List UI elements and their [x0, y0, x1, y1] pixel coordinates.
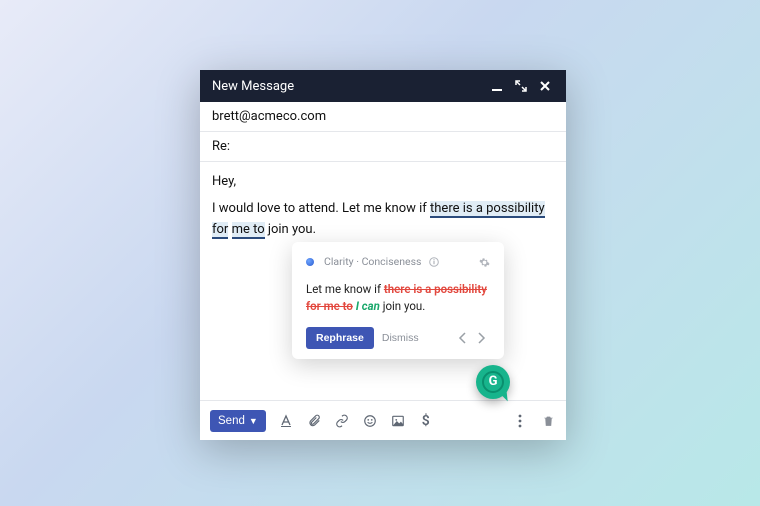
- image-icon[interactable]: [390, 413, 406, 429]
- popup-body: Let me know if there is a possibility fo…: [306, 281, 490, 316]
- font-icon[interactable]: [278, 413, 294, 429]
- to-field[interactable]: brett@acmeco.com: [200, 102, 566, 132]
- attachment-icon[interactable]: [306, 413, 322, 429]
- compose-footer: Send ▼ $: [200, 400, 566, 440]
- link-icon[interactable]: [334, 413, 350, 429]
- message-body[interactable]: Hey, I would love to attend. Let me know…: [200, 162, 566, 400]
- next-icon[interactable]: [472, 332, 490, 344]
- body-greeting: Hey,: [212, 172, 554, 193]
- popup-header: Clarity · Conciseness: [306, 254, 490, 271]
- flagged-span-2[interactable]: me to: [232, 222, 265, 239]
- popup-category: Clarity · Conciseness: [324, 254, 421, 271]
- category-dot-icon: [306, 258, 314, 266]
- trash-icon[interactable]: [540, 413, 556, 429]
- send-button[interactable]: Send ▼: [210, 410, 266, 432]
- subject-field[interactable]: Re:: [200, 132, 566, 162]
- body-text: I would love to attend. Let me know if t…: [212, 199, 554, 241]
- compose-window: New Message brett@acmeco.com Re: Hey, I …: [200, 70, 566, 440]
- dollar-icon[interactable]: $: [418, 413, 434, 429]
- prev-icon[interactable]: [454, 332, 472, 344]
- popup-actions: Rephrase Dismiss: [306, 327, 490, 349]
- emoji-icon[interactable]: [362, 413, 378, 429]
- suggestion-popup: Clarity · Conciseness Let me know if the…: [292, 242, 504, 359]
- close-icon[interactable]: [536, 77, 554, 95]
- rephrase-button[interactable]: Rephrase: [306, 327, 374, 349]
- strike-text-2: for me to: [306, 299, 353, 313]
- more-icon[interactable]: [512, 413, 528, 429]
- gear-icon[interactable]: [479, 257, 490, 268]
- caret-down-icon: ▼: [249, 416, 258, 426]
- grammarly-logo-icon: G: [482, 371, 504, 393]
- strike-text-1: there is a possibility: [384, 282, 487, 296]
- minimize-icon[interactable]: [488, 77, 506, 95]
- grammarly-badge[interactable]: G: [476, 365, 510, 399]
- title-bar: New Message: [200, 70, 566, 102]
- insertion-text: I can: [356, 299, 380, 313]
- window-title: New Message: [212, 79, 482, 94]
- info-icon[interactable]: [429, 257, 439, 267]
- expand-icon[interactable]: [512, 77, 530, 95]
- dismiss-button[interactable]: Dismiss: [382, 332, 419, 344]
